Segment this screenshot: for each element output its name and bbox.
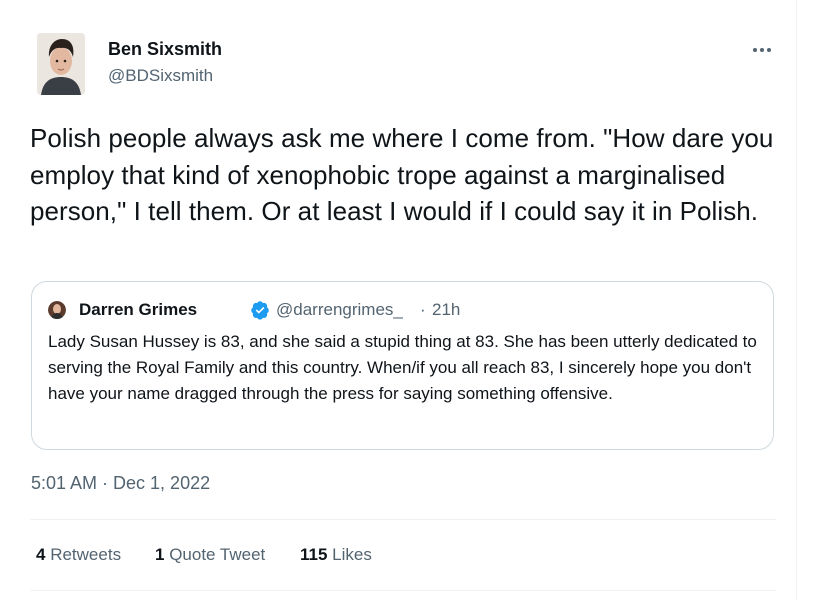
author-avatar[interactable]: [37, 33, 85, 95]
tweet-text: Polish people always ask me where I come…: [30, 123, 774, 226]
quotes-label: Quote Tweet: [169, 545, 266, 564]
author-name[interactable]: Ben Sixsmith: [108, 39, 222, 60]
retweets-stat[interactable]: 4 Retweets: [36, 545, 121, 565]
quoted-avatar-icon: [48, 301, 66, 319]
tweet-timestamp[interactable]: 5:01 AM · Dec 1, 2022: [31, 473, 210, 494]
retweets-count: 4: [36, 545, 46, 564]
verified-badge-icon: [251, 301, 269, 320]
divider: [30, 590, 776, 591]
quoted-author-name[interactable]: Darren Grimes: [79, 300, 197, 320]
more-options-icon[interactable]: [744, 40, 780, 60]
quotes-count: 1: [155, 545, 165, 564]
quoted-tweet[interactable]: Darren Grimes @darrengrimes_ · 21h Lady …: [31, 281, 774, 450]
quoted-time[interactable]: 21h: [432, 300, 460, 320]
likes-count: 115: [300, 545, 328, 564]
quoted-author-avatar[interactable]: [48, 301, 66, 319]
user-photo-avatar-icon: [37, 33, 85, 95]
quote-tweets-stat[interactable]: 1 Quote Tweet: [155, 545, 265, 565]
quoted-text: Lady Susan Hussey is 83, and she said a …: [48, 332, 757, 403]
author-handle[interactable]: @BDSixsmith: [108, 66, 213, 86]
divider: [30, 519, 776, 520]
tweet-card: Ben Sixsmith @BDSixsmith Polish people a…: [0, 0, 797, 600]
separator-dot: ·: [420, 300, 426, 319]
likes-stat[interactable]: 115 Likes: [300, 545, 372, 565]
quoted-author-handle[interactable]: @darrengrimes_: [276, 300, 403, 320]
retweets-label: Retweets: [50, 545, 122, 564]
likes-label: Likes: [332, 545, 372, 564]
